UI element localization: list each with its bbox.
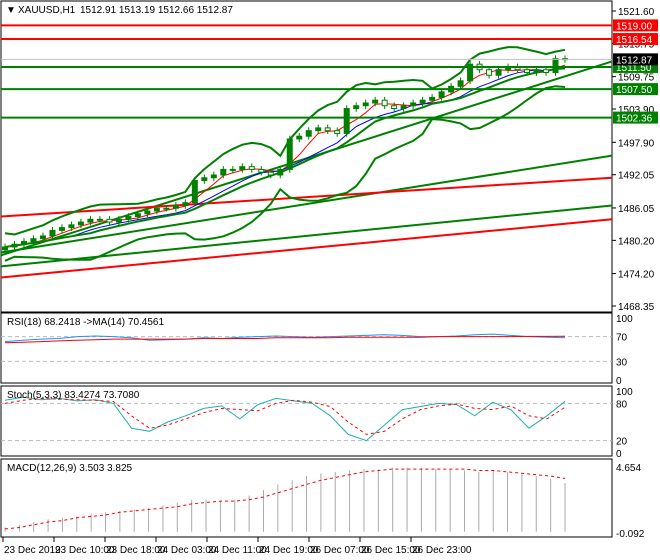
candle-body	[419, 99, 426, 104]
price-tick-label: 1474.20	[618, 270, 655, 281]
candle-body	[277, 168, 284, 176]
chart-canvas[interactable]: 1521.601515.751509.751503.901497.901492.…	[0, 0, 660, 560]
indicator-tick-label: 100	[616, 314, 633, 325]
candle-body	[267, 171, 274, 176]
price-tick-label: 1521.60	[618, 7, 655, 18]
candle-body	[49, 229, 56, 237]
time-tick-label: 26 Dec 23:00	[412, 545, 472, 556]
indicator-tick-label: 30	[616, 357, 628, 368]
candle-body	[410, 102, 417, 107]
price-tick-label: 1492.05	[618, 171, 655, 182]
candle-body	[258, 168, 265, 173]
indicator-series	[1, 333, 612, 532]
candle-body	[58, 227, 65, 231]
price-tick-label: 1486.05	[618, 204, 655, 215]
symbol-label: XAUUSD,H1	[18, 5, 76, 16]
trading-chart-window: 1521.601515.751509.751503.901497.901492.…	[0, 0, 660, 560]
indicator-tick-label: 0	[616, 449, 622, 460]
indicator-tick-label: 0	[616, 376, 622, 387]
candle-body	[96, 218, 103, 221]
macd-title: MACD(12,26,9) 3.503 3.825	[7, 463, 133, 474]
indicator-tick-label: 4.654	[616, 463, 641, 474]
candle-body	[229, 168, 236, 171]
candle-body	[153, 207, 160, 212]
candle-body	[429, 96, 436, 101]
candle-body	[115, 218, 122, 223]
candle-body	[334, 130, 341, 134]
level-label: 1516.54	[616, 35, 653, 46]
candle-body	[543, 69, 550, 73]
stoch-title: Stoch(5,3,3) 83.4274 73.7080	[7, 390, 140, 401]
candle-body	[239, 166, 246, 170]
candle-body	[125, 216, 132, 220]
ohlc-readout: 1512.91 1513.19 1512.66 1512.87	[80, 5, 233, 16]
current-price-label: 1512.87	[616, 55, 653, 66]
candle-body	[391, 105, 398, 110]
price-tick-label: 1480.20	[618, 236, 655, 247]
rsi-ma-line	[4, 335, 566, 344]
candle-body	[486, 69, 493, 76]
candle-body	[106, 218, 113, 223]
macd-signal-line	[4, 468, 566, 530]
candle-body	[2, 246, 8, 251]
candle-body	[11, 243, 18, 248]
candle-body	[552, 58, 559, 73]
candle-body	[353, 105, 360, 110]
candle-body	[381, 99, 388, 107]
candle-body	[30, 238, 37, 242]
candle-body	[68, 224, 75, 229]
indicator-tick-label: 100	[616, 387, 633, 398]
candle-body	[144, 210, 151, 215]
indicator-tick-label: -0.092	[616, 529, 645, 540]
candle-body	[77, 221, 84, 226]
candle-body	[324, 127, 331, 132]
indicator-tick-label: 70	[616, 333, 628, 344]
candle-body	[163, 207, 170, 210]
price-series	[0, 24, 613, 279]
candle-body	[438, 91, 445, 98]
candle-body	[191, 180, 198, 204]
candle-body	[210, 174, 217, 179]
rsi-title: RSI(18) 68.2418 ->MA(14) 70.4561	[7, 317, 164, 328]
candle-body	[524, 69, 531, 73]
candle-body	[305, 130, 312, 137]
candle-body	[400, 105, 407, 110]
candle-body	[248, 166, 255, 170]
trendline	[0, 218, 613, 279]
candle-body	[87, 218, 94, 223]
candle-body	[457, 80, 464, 87]
indicator-tick-label: 80	[616, 399, 628, 410]
candle-body	[134, 213, 141, 218]
level-label: 1502.36	[616, 114, 653, 125]
level-label: 1507.50	[616, 85, 653, 96]
candle-body	[372, 99, 379, 104]
trendline	[0, 154, 613, 254]
symbol-dropdown-icon[interactable]: ▼	[6, 5, 16, 16]
candle-body	[39, 235, 46, 240]
candle-body	[172, 204, 179, 209]
level-label: 1519.00	[616, 21, 653, 32]
candle-body	[315, 127, 322, 132]
indicator-tick-label: 20	[616, 437, 628, 448]
time-tick-label: 23 Dec 2019	[4, 545, 61, 556]
candle-body	[533, 69, 540, 73]
candle-body	[495, 69, 502, 76]
bollinger-lower	[4, 85, 566, 262]
candle-body	[20, 240, 27, 245]
candle-body	[201, 177, 208, 182]
price-tick-label: 1509.75	[618, 73, 655, 84]
trendline	[0, 204, 613, 268]
candle-body	[182, 202, 189, 206]
candle-body	[220, 168, 227, 176]
price-tick-label: 1468.35	[618, 302, 655, 313]
trendline	[0, 176, 613, 218]
price-tick-label: 1497.90	[618, 138, 655, 149]
candle-body	[343, 108, 350, 134]
candle-body	[286, 138, 293, 170]
candle-body	[362, 102, 369, 107]
candle-body	[296, 135, 303, 140]
